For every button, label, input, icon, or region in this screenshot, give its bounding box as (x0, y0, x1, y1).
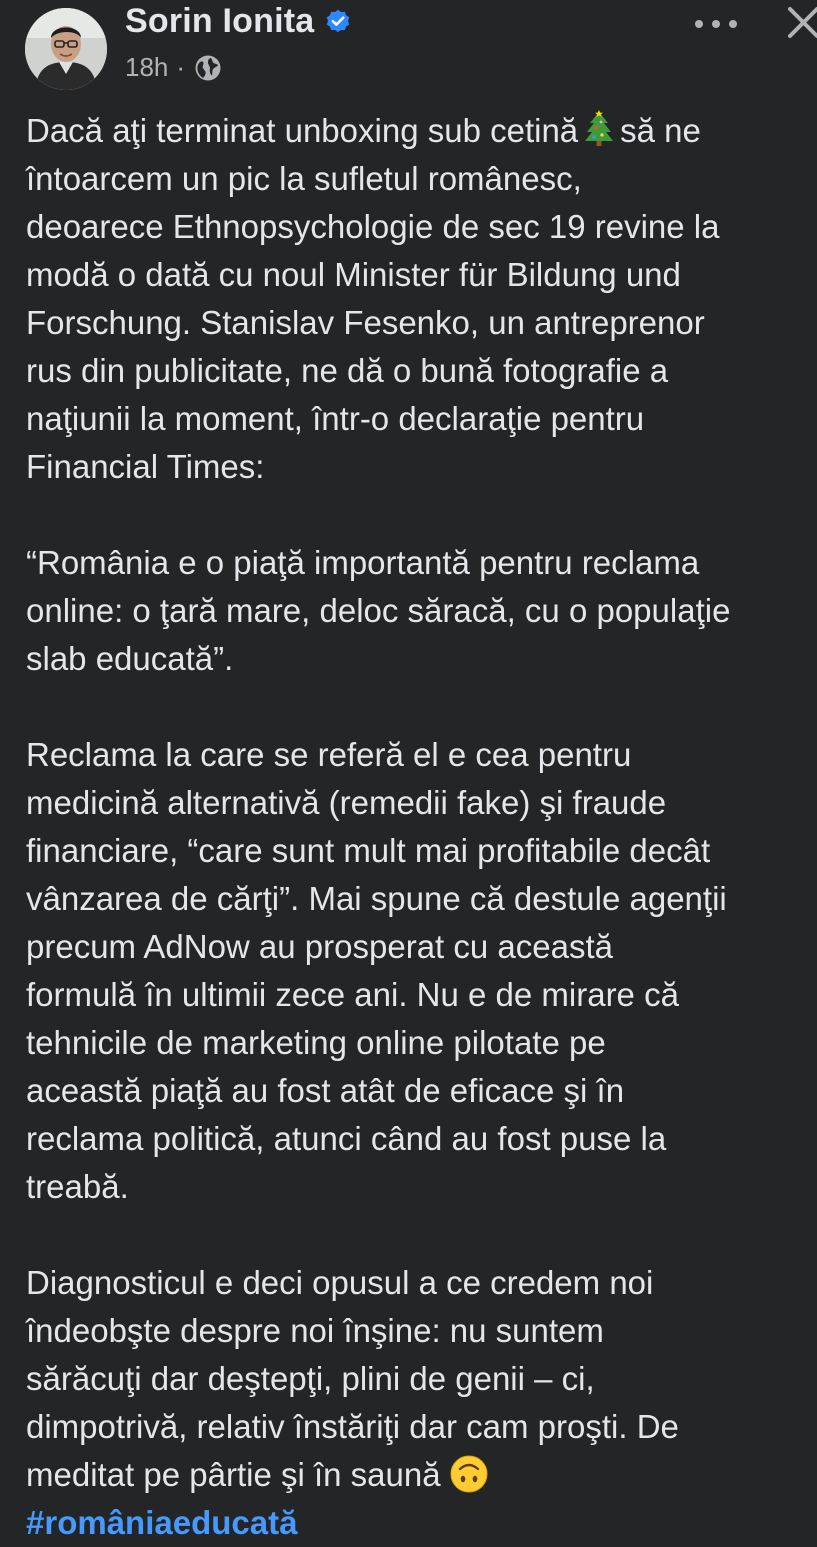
post-line-18: tehnicile de marketing online pilotate p… (26, 1024, 606, 1061)
post-line-12: Reclama la care se referă el e cea pentr… (26, 736, 632, 773)
author-name[interactable]: Sorin Ionita (125, 2, 314, 41)
globe-icon[interactable] (193, 53, 223, 83)
post-line-6: rus din publicitate, ne dă o bună fotogr… (26, 352, 669, 389)
post-line-15: vânzarea de cărţi”. Mai spune că destule… (26, 880, 727, 917)
post-line-26: meditat pe pârtie şi în saună (26, 1451, 817, 1499)
post-line-13: medicină alternativă (remedii fake) şi f… (26, 784, 667, 821)
post-line-9: “România e o piaţă importantă pentru rec… (26, 544, 700, 581)
hashtag-link[interactable]: #româniaeducată (26, 1499, 817, 1547)
post-line-25: dimpotrivă, relativ înstăriţi dar cam pr… (26, 1408, 679, 1445)
post-line-20: reclama politică, atunci când au fost pu… (26, 1120, 667, 1157)
post-line-10: online: o ţară mare, deloc săracă, cu o … (26, 592, 731, 629)
post-line-4: modă o dată cu noul Minister für Bildung… (26, 256, 681, 293)
post-line-16: precum AdNow au prosperat cu această (26, 928, 613, 965)
close-icon[interactable] (785, 4, 817, 44)
more-options-icon[interactable] (695, 10, 737, 38)
post-line-19: această piaţă au fost atât de eficace şi… (26, 1072, 625, 1109)
post-line-21: treabă. (26, 1168, 129, 1205)
christmas-tree-icon (584, 110, 614, 146)
avatar[interactable] (25, 8, 107, 90)
post-line-3: deoarece Ethnopsychologie de sec 19 revi… (26, 208, 720, 245)
post-line-22: Diagnosticul e deci opusul a ce credem n… (26, 1264, 654, 1301)
upside-down-face-icon (449, 1454, 489, 1494)
author-row: Sorin Ionita (125, 2, 352, 41)
post-line-1: Dacă aţi terminat unboxing sub cetină să … (26, 110, 701, 149)
post-header: Sorin Ionita 18h · (0, 0, 817, 96)
post-line-2: întoarcem un pic la sufletul românesc, (26, 160, 582, 197)
verified-badge-icon (324, 8, 352, 36)
post-line-14: financiare, “care sunt mult mai profitab… (26, 832, 711, 869)
post-text: Dacă aţi terminat unboxing sub cetină să … (26, 107, 817, 1547)
post-meta: 18h · (125, 52, 223, 83)
post-line-23: îndeobşte despre noi înşine: nu suntem (26, 1312, 604, 1349)
meta-separator: · (176, 52, 186, 82)
post-line-5: Forschung. Stanislav Fesenko, un antrepr… (26, 304, 705, 341)
post-line-11: slab educată”. (26, 640, 234, 677)
post-line-24: sărăcuţi dar deştepţi, plini de genii – … (26, 1360, 595, 1397)
post-line-8: Financial Times: (26, 448, 265, 485)
post-line-7: naţiunii la moment, într-o declaraţie pe… (26, 400, 645, 437)
post-timestamp[interactable]: 18h (125, 52, 168, 83)
post-line-17: formulă în ultimii zece ani. Nu e de mir… (26, 976, 679, 1013)
